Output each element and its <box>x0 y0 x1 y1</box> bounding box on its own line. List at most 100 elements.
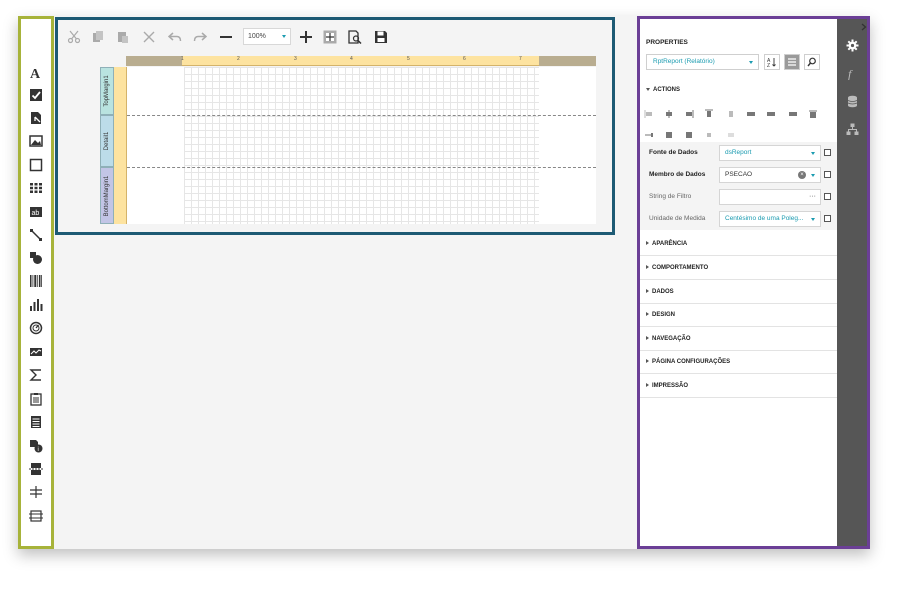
band-bottom-margin[interactable]: BottomMargin1 <box>100 167 114 224</box>
page-break-icon[interactable] <box>27 460 45 478</box>
size-to-grid-icon[interactable] <box>726 127 736 137</box>
report-page[interactable] <box>127 67 596 224</box>
subreport-icon[interactable] <box>27 390 45 408</box>
redo-icon[interactable] <box>191 28 209 46</box>
line-icon[interactable] <box>27 226 45 244</box>
panel-icon[interactable] <box>27 156 45 174</box>
section-comportamento[interactable]: COMPORTAMENTO <box>646 265 708 271</box>
same-width-icon[interactable] <box>746 106 756 116</box>
properties-content: PROPERTIES RptReport (Relatório) AZ ACTI… <box>640 19 837 546</box>
paste-icon[interactable] <box>114 28 132 46</box>
section-dados[interactable]: DADOS <box>646 289 674 295</box>
cut-icon[interactable] <box>65 28 83 46</box>
ruler-tick-label: 3 <box>294 56 297 62</box>
band-label-text: TopMargin1 <box>104 75 110 107</box>
section-actions[interactable]: ACTIONS <box>646 87 680 93</box>
zoom-out-icon[interactable] <box>217 28 235 46</box>
clear-icon[interactable]: × <box>798 171 806 179</box>
section-pagina-configuracoes[interactable]: PÁGINA CONFIGURAÇÕES <box>646 359 730 365</box>
preview-icon[interactable] <box>346 28 364 46</box>
section-aparencia[interactable]: APARÊNCIA <box>646 241 687 247</box>
collapse-panel-icon[interactable] <box>860 18 868 31</box>
section-navegacao[interactable]: NAVEGAÇÃO <box>646 336 691 342</box>
chevron-right-icon <box>646 241 649 246</box>
rich-text-icon[interactable] <box>27 109 45 127</box>
same-height-icon[interactable] <box>766 106 776 116</box>
band-detail[interactable]: Detail1 <box>100 115 114 167</box>
field-row-unidade-de-medida: Unidade de Medida Centésimo de uma Poleg… <box>640 208 837 230</box>
section-design[interactable]: DESIGN <box>646 312 675 318</box>
undo-icon[interactable] <box>166 28 184 46</box>
ruler-tick-label: 7 <box>519 56 522 62</box>
sort-alphabetical-button[interactable]: AZ <box>764 54 780 70</box>
section-title: DADOS <box>652 289 674 295</box>
zoom-in-icon[interactable] <box>297 28 315 46</box>
page-info-icon[interactable]: i <box>27 437 45 455</box>
function-icon[interactable]: f <box>844 65 860 81</box>
gauge-icon[interactable] <box>27 319 45 337</box>
shape-icon[interactable] <box>27 249 45 267</box>
property-marker-checkbox[interactable] <box>824 171 831 178</box>
label-icon[interactable]: A <box>27 63 45 81</box>
align-right-icon[interactable] <box>684 106 694 118</box>
membro-de-dados-select[interactable]: PSECAO × <box>719 167 821 183</box>
same-size-icon[interactable] <box>788 106 798 116</box>
categorized-button[interactable] <box>784 54 800 70</box>
ellipsis-icon[interactable]: ··· <box>809 190 816 204</box>
sort-az-icon: AZ <box>767 58 776 67</box>
align-left-icon[interactable] <box>644 106 654 118</box>
cross-band-box-icon[interactable] <box>27 507 45 525</box>
unidade-de-medida-select[interactable]: Centésimo de uma Poleg... <box>719 211 821 227</box>
chevron-right-icon <box>646 312 649 317</box>
divider <box>640 255 837 256</box>
field-row-string-de-filtro: String de Filtro ··· <box>640 186 837 208</box>
sum-icon[interactable] <box>27 366 45 384</box>
property-marker-checkbox[interactable] <box>824 193 831 200</box>
sparkline-icon[interactable] <box>27 343 45 361</box>
string-de-filtro-input[interactable]: ··· <box>719 189 821 205</box>
send-to-back-icon[interactable] <box>664 127 674 138</box>
field-label: String de Filtro <box>649 193 692 200</box>
search-button[interactable] <box>804 54 820 70</box>
align-center-icon[interactable] <box>664 106 674 118</box>
character-comb-icon[interactable]: ab <box>27 203 45 221</box>
align-middle-icon[interactable] <box>726 106 736 117</box>
cross-band-line-icon[interactable] <box>27 483 45 501</box>
zoom-select[interactable]: 100% <box>243 28 291 45</box>
center-vertically-icon[interactable] <box>704 127 714 137</box>
panel-title: PROPERTIES <box>646 39 688 46</box>
align-top-icon[interactable] <box>704 106 714 117</box>
categories-icon <box>788 58 796 66</box>
pivot-grid-icon[interactable] <box>27 413 45 431</box>
search-icon <box>807 57 816 67</box>
bring-to-front-icon[interactable] <box>644 127 654 137</box>
property-marker-checkbox[interactable] <box>824 149 831 156</box>
ruler-tick-label: 6 <box>463 56 466 62</box>
band-column: TopMargin1 Detail1 BottomMargin1 <box>100 67 127 224</box>
fonte-de-dados-select[interactable]: dsReport <box>719 145 821 161</box>
fit-page-icon[interactable] <box>321 28 339 46</box>
trash-icon[interactable] <box>808 106 818 118</box>
section-impressao[interactable]: IMPRESSÃO <box>646 383 688 389</box>
center-horizontally-icon[interactable] <box>684 127 694 138</box>
table-icon[interactable] <box>27 179 45 197</box>
tree-icon[interactable] <box>844 121 860 137</box>
save-icon[interactable] <box>372 28 390 46</box>
picture-box-icon[interactable] <box>27 132 45 150</box>
chevron-right-icon <box>646 336 649 341</box>
copy-icon[interactable] <box>89 28 107 46</box>
chart-icon[interactable] <box>27 296 45 314</box>
band-divider[interactable] <box>127 115 596 116</box>
delete-icon[interactable] <box>140 28 158 46</box>
property-marker-checkbox[interactable] <box>824 215 831 222</box>
band-divider[interactable] <box>127 167 596 168</box>
object-selector[interactable]: RptReport (Relatório) <box>646 54 759 70</box>
barcode-icon[interactable] <box>27 272 45 290</box>
database-icon[interactable] <box>844 93 860 109</box>
band-top-margin[interactable]: TopMargin1 <box>100 67 114 115</box>
field-value: dsReport <box>725 149 752 156</box>
divider <box>640 373 837 374</box>
chevron-down-icon <box>811 174 815 177</box>
gear-icon[interactable] <box>844 37 860 53</box>
checkbox-icon[interactable] <box>27 86 45 104</box>
